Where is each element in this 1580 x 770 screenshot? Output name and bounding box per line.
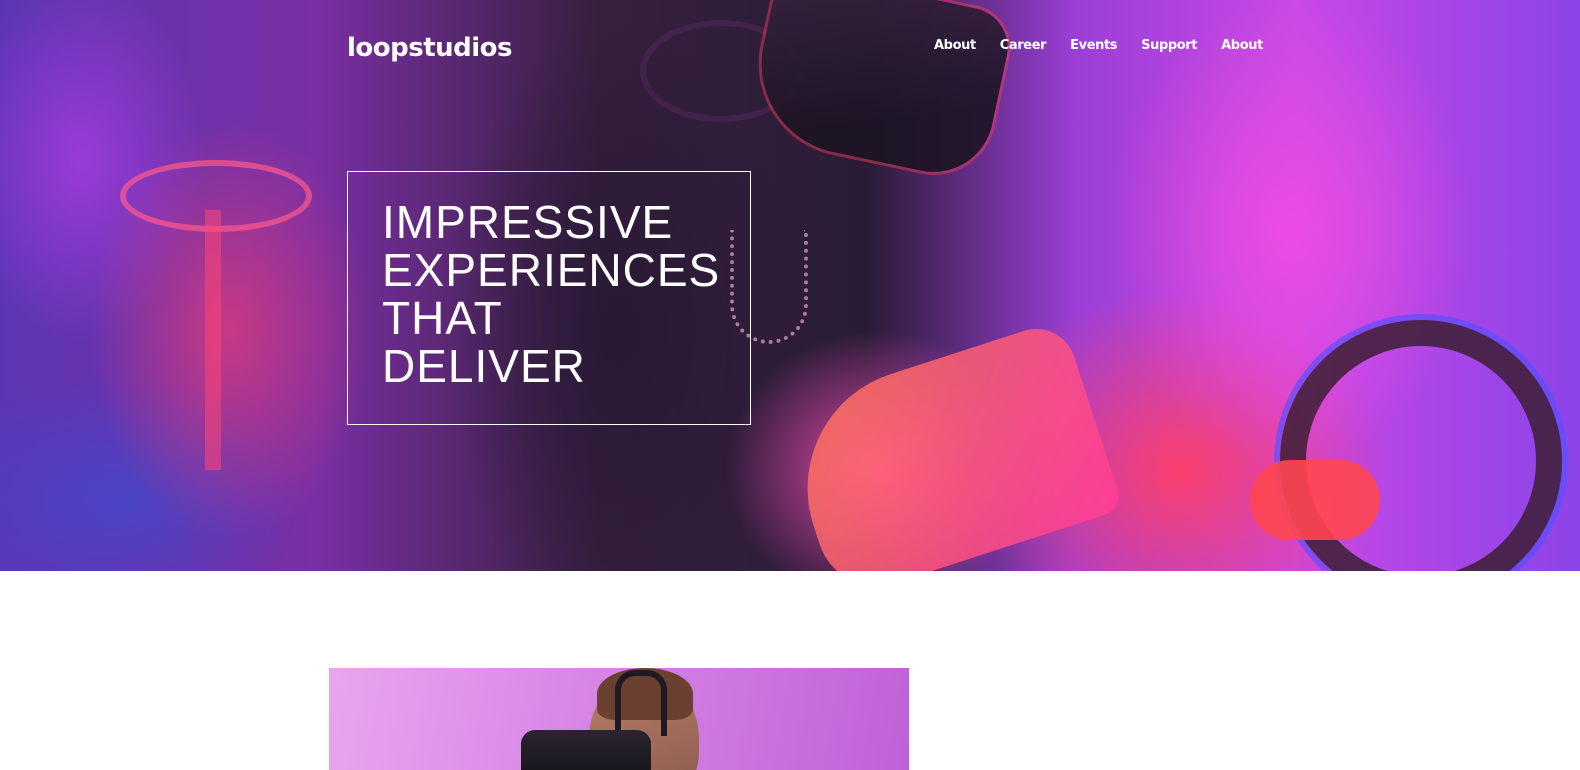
hero-photo-glass-stem (205, 210, 221, 470)
hero-headline-box: IMPRESSIVE EXPERIENCES THAT DELIVER (347, 171, 751, 425)
feature-image-vr-headset (521, 730, 651, 770)
hero-photo-hand (1250, 460, 1380, 540)
feature-image (329, 668, 909, 770)
feature-image-vr-strap (615, 670, 667, 736)
hero-photo-vr-headset (744, 0, 1016, 184)
nav-link-about[interactable]: About (934, 38, 976, 53)
logo[interactable]: loopstudios (347, 33, 513, 63)
nav-link-events[interactable]: Events (1070, 38, 1117, 53)
nav-link-about-2[interactable]: About (1221, 38, 1263, 53)
hero-headline-line: THAT (382, 292, 503, 344)
nav-link-support[interactable]: Support (1141, 38, 1197, 53)
hero-photo-arm (776, 318, 1124, 571)
main-nav: About Career Events Support About (934, 38, 1263, 53)
hero-headline: IMPRESSIVE EXPERIENCES THAT DELIVER (382, 198, 720, 390)
hero-section: loopstudios About Career Events Support … (0, 0, 1580, 571)
nav-link-career[interactable]: Career (1000, 38, 1047, 53)
hero-headline-line: EXPERIENCES (382, 244, 721, 296)
hero-headline-line: DELIVER (382, 340, 586, 392)
hero-headline-line: IMPRESSIVE (382, 196, 674, 248)
